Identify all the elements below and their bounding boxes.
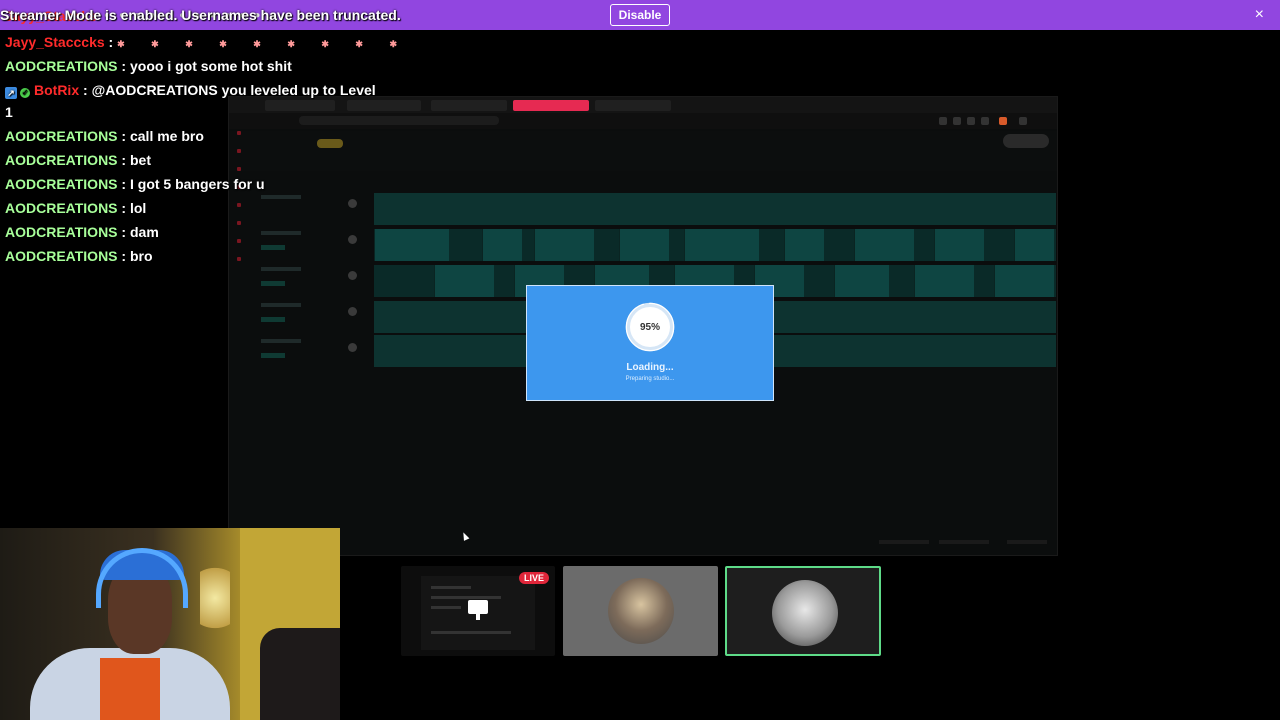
streamer-mode-message: Streamer Mode is enabled. Usernames have… xyxy=(0,7,401,23)
publish-button[interactable] xyxy=(1003,134,1049,148)
chat-text: dam xyxy=(129,224,159,240)
loading-title: Loading... xyxy=(626,362,674,373)
participant-tile[interactable] xyxy=(563,566,718,656)
chat-message: ↗ ✓ BotRix : @AODCREATIONS you leveled up … xyxy=(5,82,376,99)
daw-toolbar xyxy=(229,131,1057,171)
chat-username: AODCREATIONS xyxy=(5,176,118,192)
chat-username: BotRix xyxy=(34,82,80,98)
browser-tab[interactable] xyxy=(595,100,671,111)
chat-username: Jayy_Stacccks xyxy=(5,34,105,50)
browser-tab-active[interactable] xyxy=(513,100,589,111)
screen-share-tile[interactable]: LIVE xyxy=(401,566,555,656)
extension-icon[interactable] xyxy=(953,117,961,125)
chat-message: Jayy_Stacccks : ✱ ✱ ✱ ✱ ✱ ✱ ✱ ✱ ✱ xyxy=(5,34,409,50)
webcam-feed xyxy=(0,528,340,720)
chat-message: AODCREATIONS : bro xyxy=(5,248,153,264)
chat-emotes: ✱ ✱ ✱ ✱ ✱ ✱ ✱ ✱ ✱ xyxy=(117,39,409,49)
christmas-tree xyxy=(200,558,230,638)
chat-text: call me bro xyxy=(129,128,204,144)
browser-tab-bar xyxy=(229,97,1057,113)
track-row[interactable] xyxy=(257,191,373,221)
daw-logo-badge xyxy=(317,139,343,148)
chat-text: lol xyxy=(129,200,147,216)
browser-tab[interactable] xyxy=(431,100,507,111)
monitor-icon xyxy=(468,600,488,620)
chat-username: AODCREATIONS xyxy=(5,152,118,168)
url-field[interactable] xyxy=(299,116,499,125)
chat-message-continuation: 1 xyxy=(5,104,13,120)
chat-username: AODCREATIONS xyxy=(5,248,118,264)
extension-icon[interactable] xyxy=(939,117,947,125)
check-badge-icon: ✓ xyxy=(20,88,30,98)
chat-message: AODCREATIONS : lol xyxy=(5,200,147,216)
chat-message: AODCREATIONS : I got 5 bangers for u xyxy=(5,176,265,192)
live-badge: LIVE xyxy=(518,572,549,584)
chat-message: AODCREATIONS : bet xyxy=(5,152,151,168)
browser-tab[interactable] xyxy=(265,100,335,111)
chat-username: AODCREATIONS xyxy=(5,224,118,240)
browser-tab[interactable] xyxy=(347,100,421,111)
avatar xyxy=(772,580,838,646)
daw-status-bar xyxy=(229,537,1057,549)
track-row[interactable] xyxy=(257,263,373,293)
chat-message: AODCREATIONS : dam xyxy=(5,224,159,240)
daw-side-icons xyxy=(237,131,241,275)
progress-percent: 95% xyxy=(627,304,673,350)
track-row[interactable] xyxy=(257,299,373,329)
track-list xyxy=(257,181,373,381)
extension-icon[interactable] xyxy=(999,117,1007,125)
close-icon[interactable]: × xyxy=(1255,6,1264,24)
participant-tile-selected[interactable] xyxy=(725,566,881,656)
extension-icon[interactable] xyxy=(967,117,975,125)
extension-icon[interactable] xyxy=(981,117,989,125)
extension-icon[interactable] xyxy=(1019,117,1027,125)
chat-text: yooo i got some hot shit xyxy=(129,58,292,74)
bot-badge-icon: ↗ xyxy=(5,87,17,99)
loading-subtitle: Preparing studio... xyxy=(625,376,675,382)
chat-text: @AODCREATIONS you leveled up to Level xyxy=(91,82,376,98)
chat-message: AODCREATIONS : call me bro xyxy=(5,128,204,144)
disable-streamer-mode-button[interactable]: Disable xyxy=(609,4,671,26)
chat-username: AODCREATIONS xyxy=(5,200,118,216)
track-row[interactable] xyxy=(257,227,373,257)
chat-text: bet xyxy=(129,152,151,168)
chat-username: AODCREATIONS xyxy=(5,58,118,74)
browser-address-bar[interactable] xyxy=(229,113,1057,129)
chat-text: bro xyxy=(129,248,153,264)
avatar xyxy=(608,578,674,644)
chat-username: AODCREATIONS xyxy=(5,128,118,144)
chat-message: AODCREATIONS : yooo i got some hot shit xyxy=(5,58,292,74)
loading-dialog: 95% Loading... Preparing studio... xyxy=(526,285,774,401)
track-row[interactable] xyxy=(257,335,373,365)
track-lane[interactable] xyxy=(374,193,1056,225)
track-lane[interactable] xyxy=(374,229,1056,261)
streamer-mode-banner: Jayy_Staccks ●●●●●●●●●●●●● Streamer Mode… xyxy=(0,0,1280,30)
chat-text: I got 5 bangers for u xyxy=(129,176,265,192)
